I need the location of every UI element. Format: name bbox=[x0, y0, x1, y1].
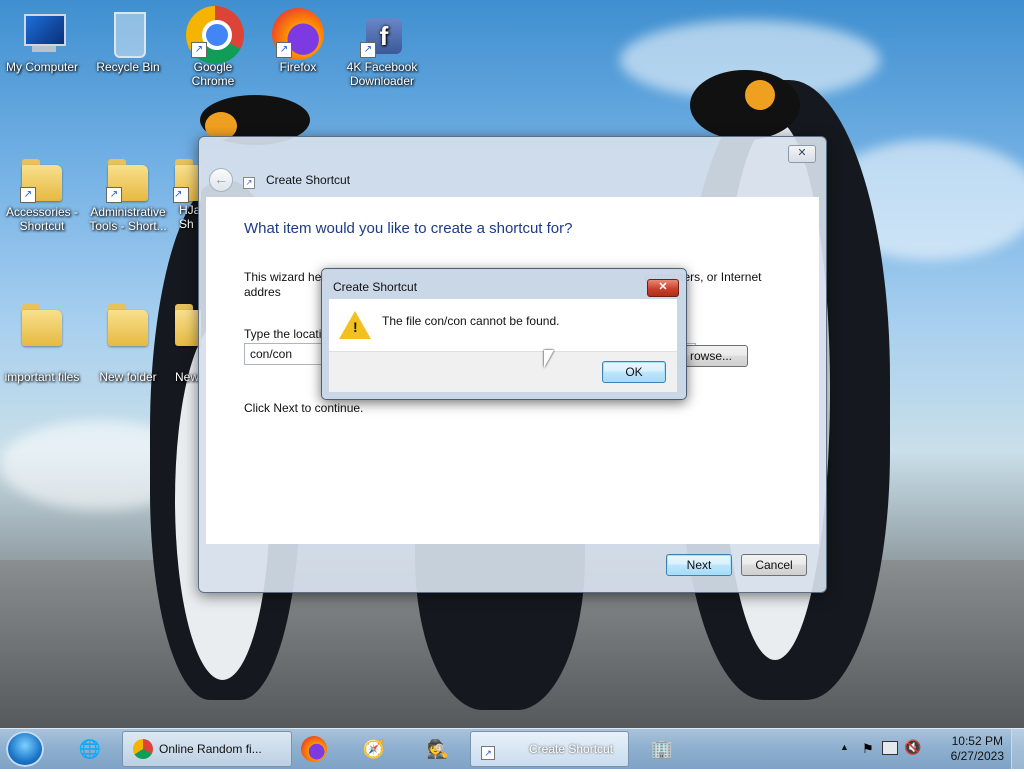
next-button[interactable]: Next bbox=[666, 554, 732, 576]
wizard-heading: What item would you like to create a sho… bbox=[244, 220, 573, 237]
desktop-icon-label: HJa Sh bbox=[179, 203, 201, 231]
shortcut-icon: ↗ bbox=[481, 746, 495, 760]
firefox-icon: ↗ bbox=[272, 8, 324, 60]
folder-icon: ↗ bbox=[18, 155, 66, 203]
clock-time: 10:52 PM bbox=[951, 734, 1003, 748]
taskbar-compass-icon[interactable]: 🧭 bbox=[352, 733, 396, 765]
desktop-icon-label: Google Chrome bbox=[191, 60, 235, 88]
system-tray: ▲ ⚑ 🔇 10:52 PM 6/27/2023 bbox=[834, 729, 1024, 769]
desktop-icon-label: Administrative Tools - Short... bbox=[89, 205, 167, 233]
cancel-button[interactable]: Cancel bbox=[741, 554, 807, 576]
desktop-icon-label: My Computer bbox=[5, 60, 79, 74]
folder-icon bbox=[171, 300, 201, 348]
shortcut-arrow-icon: ↗ bbox=[243, 177, 255, 189]
mouse-pointer-icon bbox=[544, 350, 554, 368]
taskbar-task-create-shortcut[interactable]: ↗ Create Shortcut bbox=[470, 731, 629, 767]
desktop-icon-new-folder[interactable]: New folder bbox=[86, 300, 170, 384]
facebook-downloader-icon: f ↗ bbox=[358, 10, 406, 58]
desktop-icon-hja-shortcut[interactable]: ↗ HJa Sh bbox=[171, 155, 201, 231]
taskbar-building-icon[interactable]: 🏢 bbox=[640, 733, 684, 765]
chrome-icon bbox=[133, 739, 153, 759]
message-box-close-button[interactable]: ✕ bbox=[647, 279, 679, 297]
location-label: Type the locati bbox=[244, 327, 322, 341]
desktop-icon-google-chrome[interactable]: ↗ Google Chrome bbox=[171, 6, 255, 88]
recycle-bin-icon bbox=[104, 10, 152, 58]
clock-date: 6/27/2023 bbox=[950, 749, 1004, 763]
taskbar-network-app-icon[interactable]: 🌐 bbox=[68, 733, 112, 765]
show-hidden-icons-button[interactable]: ▲ bbox=[840, 742, 849, 752]
desktop-icon-4k-facebook-downloader[interactable]: f ↗ 4K Facebook Downloader bbox=[340, 10, 424, 88]
penguin-right-yellow-patch bbox=[745, 80, 775, 110]
message-box-title: Create Shortcut bbox=[333, 280, 418, 294]
shortcut-arrow-icon: ↗ bbox=[276, 42, 292, 58]
taskbar-firefox-icon[interactable] bbox=[292, 733, 336, 765]
penguin-right-head bbox=[690, 70, 800, 140]
desktop-icon-label: important files bbox=[4, 370, 80, 384]
desktop-icon-administrative-tools[interactable]: ↗ Administrative Tools - Short... bbox=[86, 155, 170, 233]
error-message-text: The file con/con cannot be found. bbox=[382, 314, 560, 328]
back-arrow-icon[interactable]: ← bbox=[209, 168, 233, 192]
message-box-body: ! The file con/con cannot be found. bbox=[329, 299, 677, 351]
shortcut-arrow-icon: ↗ bbox=[173, 187, 189, 203]
folder-icon: ↗ bbox=[104, 155, 152, 203]
desktop-icon-label: New bbox=[175, 370, 200, 384]
desktop-background[interactable]: My Computer Recycle Bin ↗ Google Chrome … bbox=[0, 0, 1024, 728]
clock[interactable]: 10:52 PM 6/27/2023 bbox=[951, 734, 1004, 764]
desktop-icon-label: Firefox bbox=[279, 60, 317, 74]
taskbar-task-chrome[interactable]: Online Random fi... bbox=[122, 731, 292, 767]
taskbar-spy-icon[interactable]: 🕵 bbox=[416, 733, 460, 765]
start-button[interactable] bbox=[6, 731, 44, 767]
desktop-icon-my-computer[interactable]: My Computer bbox=[0, 10, 84, 74]
taskbar-task-label: Create Shortcut bbox=[529, 742, 614, 756]
folder-icon bbox=[104, 300, 152, 348]
taskbar-task-label: Online Random fi... bbox=[159, 742, 262, 756]
desktop-icon-label: New folder bbox=[99, 370, 157, 384]
next-hint-text: Click Next to continue. bbox=[244, 401, 364, 415]
message-box-footer: OK bbox=[329, 351, 677, 392]
shortcut-arrow-icon: ↗ bbox=[106, 187, 122, 203]
desktop-icon-recycle-bin[interactable]: Recycle Bin bbox=[86, 10, 170, 74]
desktop-icon-accessories-shortcut[interactable]: ↗ Accessories - Shortcut bbox=[0, 155, 84, 233]
shortcut-arrow-icon: ↗ bbox=[20, 187, 36, 203]
shortcut-arrow-icon: ↗ bbox=[191, 42, 207, 58]
shortcut-arrow-icon: ↗ bbox=[360, 42, 376, 58]
desktop-icon-new[interactable]: New bbox=[171, 300, 201, 384]
volume-muted-icon[interactable]: 🔇 bbox=[904, 739, 921, 756]
ok-button[interactable]: OK bbox=[602, 361, 666, 383]
computer-icon bbox=[18, 10, 66, 58]
network-icon[interactable] bbox=[882, 741, 898, 755]
wizard-close-button[interactable]: ✕ bbox=[788, 145, 816, 163]
action-center-flag-icon[interactable]: ⚑ bbox=[862, 741, 874, 757]
desktop-icon-label: Recycle Bin bbox=[96, 60, 160, 74]
folder-icon: ↗ bbox=[171, 155, 201, 203]
wizard-title: Create Shortcut bbox=[266, 173, 351, 187]
chrome-icon: ↗ bbox=[186, 6, 244, 64]
error-message-box: Create Shortcut ✕ ! The file con/con can… bbox=[321, 268, 687, 400]
folder-icon bbox=[18, 300, 66, 348]
desktop-icon-important-files[interactable]: important files bbox=[0, 300, 84, 384]
desktop-icon-firefox[interactable]: ↗ Firefox bbox=[256, 8, 340, 74]
desktop-icon-label: 4K Facebook Downloader bbox=[346, 60, 418, 88]
desktop-icon-label: Accessories - Shortcut bbox=[5, 205, 79, 233]
show-desktop-button[interactable] bbox=[1011, 729, 1024, 769]
taskbar: 🌐 Online Random fi... 🧭 🕵 ↗ Create Shortc… bbox=[0, 728, 1024, 769]
warning-exclamation: ! bbox=[353, 319, 358, 335]
